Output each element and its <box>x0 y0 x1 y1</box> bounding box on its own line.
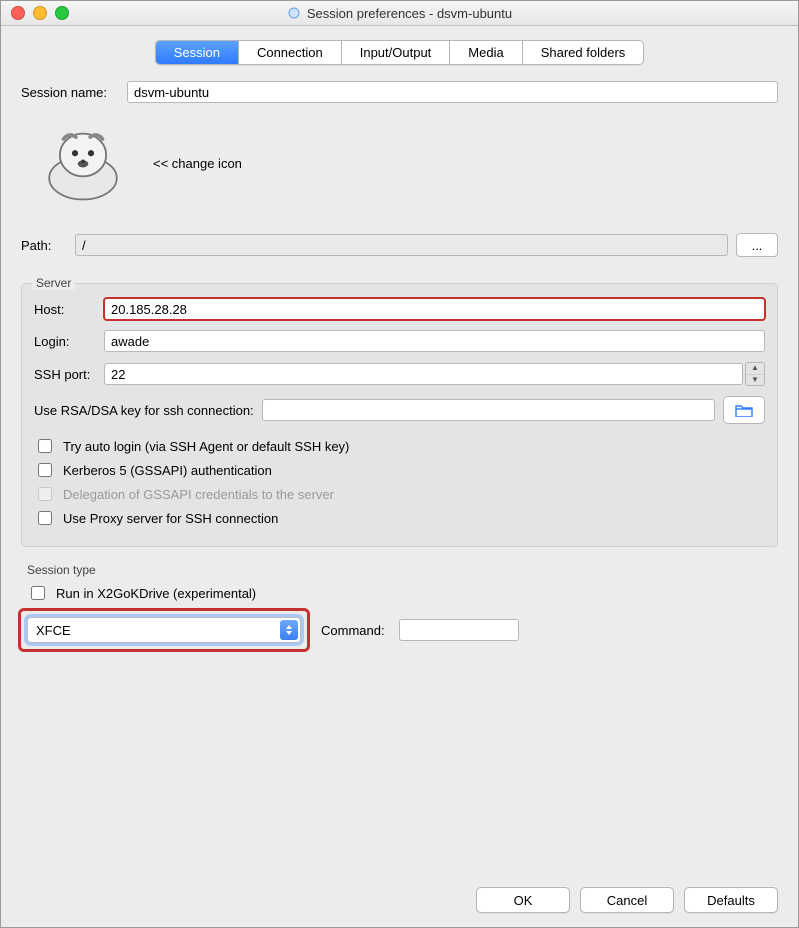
x2gokdrive-row: Run in X2GoKDrive (experimental) <box>27 583 778 603</box>
session-name-row: Session name: <box>21 81 778 103</box>
auto-login-label: Try auto login (via SSH Agent or default… <box>63 439 349 454</box>
server-legend: Server <box>32 276 75 290</box>
window-title: Session preferences - dsvm-ubuntu <box>1 6 798 21</box>
change-icon-link[interactable]: << change icon <box>153 156 242 171</box>
login-input[interactable] <box>104 330 765 352</box>
x2gokdrive-checkbox[interactable] <box>31 586 45 600</box>
auto-login-row: Try auto login (via SSH Agent or default… <box>34 436 765 456</box>
titlebar: Session preferences - dsvm-ubuntu <box>1 1 798 26</box>
rsa-key-input[interactable] <box>262 399 715 421</box>
ok-button[interactable]: OK <box>476 887 570 913</box>
session-type-row: XFCE Command: <box>21 611 778 649</box>
tab-media[interactable]: Media <box>450 41 522 64</box>
tabs: Session Connection Input/Output Media Sh… <box>21 40 778 65</box>
session-type-legend: Session type <box>27 563 778 577</box>
ssh-port-stepper[interactable]: ▲ ▼ <box>745 362 765 386</box>
delegation-label: Delegation of GSSAPI credentials to the … <box>63 487 334 502</box>
session-type-group: Session type Run in X2GoKDrive (experime… <box>21 563 778 649</box>
stepper-up-icon[interactable]: ▲ <box>746 363 764 375</box>
kerberos-label: Kerberos 5 (GSSAPI) authentication <box>63 463 272 478</box>
tab-connection[interactable]: Connection <box>239 41 342 64</box>
host-row: Host: <box>34 298 765 320</box>
cancel-button[interactable]: Cancel <box>580 887 674 913</box>
server-group: Server Host: Login: SSH port: ▲ ▼ Use RS… <box>21 283 778 547</box>
command-label: Command: <box>321 623 385 638</box>
path-label: Path: <box>21 238 75 253</box>
login-label: Login: <box>34 334 104 349</box>
session-type-select[interactable]: XFCE <box>27 617 301 643</box>
proxy-row: Use Proxy server for SSH connection <box>34 508 765 528</box>
folder-icon <box>735 403 753 417</box>
ssh-port-input[interactable] <box>104 363 743 385</box>
content: Session Connection Input/Output Media Sh… <box>1 26 798 927</box>
defaults-button[interactable]: Defaults <box>684 887 778 913</box>
session-name-input[interactable] <box>127 81 778 103</box>
tab-shared-folders[interactable]: Shared folders <box>523 41 644 64</box>
path-browse-button[interactable]: ... <box>736 233 778 257</box>
ssh-port-row: SSH port: ▲ ▼ <box>34 362 765 386</box>
session-type-value: XFCE <box>36 623 71 638</box>
window: Session preferences - dsvm-ubuntu Sessio… <box>0 0 799 928</box>
login-row: Login: <box>34 330 765 352</box>
rsa-row: Use RSA/DSA key for ssh connection: <box>34 396 765 424</box>
tabs-inner: Session Connection Input/Output Media Sh… <box>155 40 645 65</box>
footer: OK Cancel Defaults <box>21 873 778 913</box>
session-icon[interactable] <box>37 123 129 203</box>
command-input[interactable] <box>399 619 519 641</box>
tab-session[interactable]: Session <box>156 41 239 64</box>
kerberos-row: Kerberos 5 (GSSAPI) authentication <box>34 460 765 480</box>
rsa-browse-button[interactable] <box>723 396 765 424</box>
rsa-label: Use RSA/DSA key for ssh connection: <box>34 403 254 418</box>
proxy-checkbox[interactable] <box>38 511 52 525</box>
stepper-down-icon[interactable]: ▼ <box>746 375 764 386</box>
session-name-label: Session name: <box>21 85 127 100</box>
kerberos-checkbox[interactable] <box>38 463 52 477</box>
host-input[interactable] <box>104 298 765 320</box>
path-input[interactable] <box>75 234 728 256</box>
app-icon <box>287 6 301 20</box>
session-type-highlight: XFCE <box>21 611 307 649</box>
proxy-label: Use Proxy server for SSH connection <box>63 511 278 526</box>
delegation-row: Delegation of GSSAPI credentials to the … <box>34 484 765 504</box>
delegation-checkbox <box>38 487 52 501</box>
path-row: Path: ... <box>21 233 778 257</box>
auto-login-checkbox[interactable] <box>38 439 52 453</box>
x2gokdrive-label: Run in X2GoKDrive (experimental) <box>56 586 256 601</box>
tab-input-output[interactable]: Input/Output <box>342 41 451 64</box>
window-title-text: Session preferences - dsvm-ubuntu <box>307 6 512 21</box>
icon-section: << change icon <box>37 123 778 203</box>
ssh-port-label: SSH port: <box>34 367 104 382</box>
host-label: Host: <box>34 302 104 317</box>
updown-icon <box>280 620 298 640</box>
